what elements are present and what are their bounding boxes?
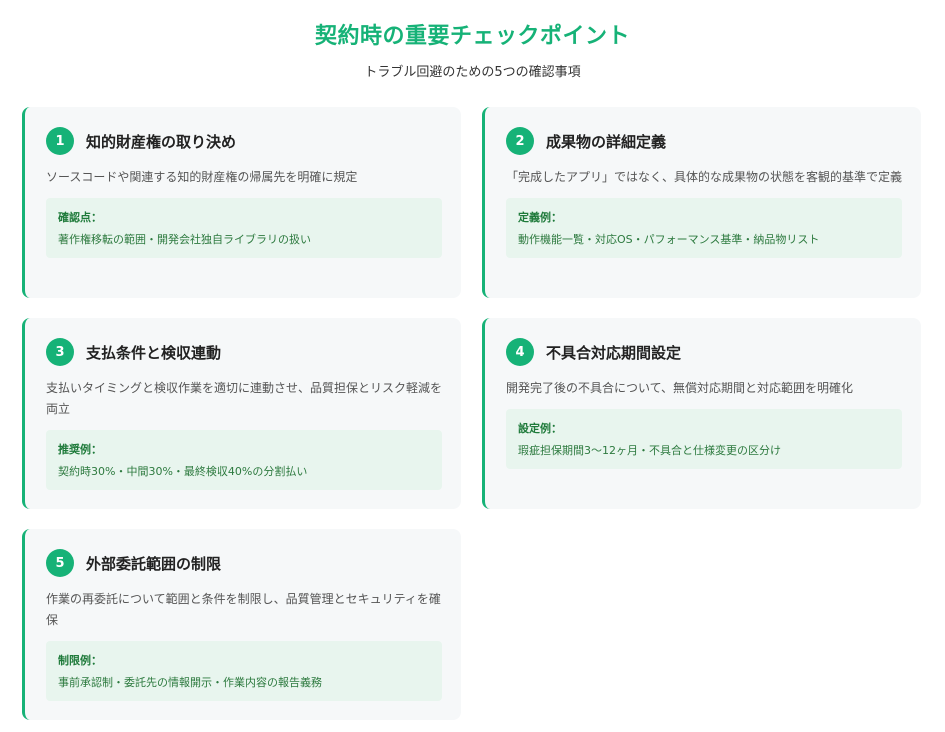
- card-header: 4 不具合対応期間設定: [506, 338, 902, 366]
- card-title: 不具合対応期間設定: [546, 343, 682, 362]
- card-header: 3 支払条件と検収連動: [46, 338, 442, 366]
- detail-box: 確認点： 著作権移転の範囲・開発会社独自ライブラリの扱い: [46, 198, 442, 258]
- card-title: 知的財産権の取り決め: [86, 132, 237, 151]
- card-header: 1 知的財産権の取り決め: [46, 127, 442, 155]
- card-description: 開発完了後の不具合について、無償対応期間と対応範囲を明確化: [506, 381, 854, 395]
- checkpoint-card-4: 4 不具合対応期間設定 開発完了後の不具合について、無償対応期間と対応範囲を明確…: [482, 318, 921, 509]
- detail-text: 動作機能一覧・対応OS・パフォーマンス基準・納品物リスト: [518, 233, 820, 246]
- card-title: 外部委託範囲の制限: [86, 554, 222, 573]
- checkpoint-card-1: 1 知的財産権の取り決め ソースコードや関連する知的財産権の帰属先を明確に規定 …: [22, 107, 461, 298]
- detail-text: 瑕疵担保期間3〜12ヶ月・不具合と仕様変更の区分け: [518, 444, 781, 457]
- number-badge: 4: [506, 338, 534, 366]
- detail-label: 定義例：: [518, 211, 562, 224]
- detail-text: 著作権移転の範囲・開発会社独自ライブラリの扱い: [58, 233, 311, 246]
- checkpoint-card-3: 3 支払条件と検収連動 支払いタイミングと検収作業を適切に連動させ、品質担保とリ…: [22, 318, 461, 509]
- card-description: 作業の再委託について範囲と条件を制限し、品質管理とセキュリティを確保: [46, 592, 441, 627]
- number-badge: 2: [506, 127, 534, 155]
- detail-label: 制限例：: [58, 654, 102, 667]
- detail-box: 定義例： 動作機能一覧・対応OS・パフォーマンス基準・納品物リスト: [506, 198, 902, 258]
- card-title: 支払条件と検収連動: [86, 343, 222, 362]
- checkpoint-card-5: 5 外部委託範囲の制限 作業の再委託について範囲と条件を制限し、品質管理とセキュ…: [22, 529, 461, 720]
- detail-label: 確認点：: [58, 211, 102, 224]
- detail-label: 設定例：: [518, 422, 562, 435]
- number-badge: 5: [46, 549, 74, 577]
- page-subtitle: トラブル回避のための5つの確認事項: [364, 65, 581, 80]
- page-title: 契約時の重要チェックポイント: [314, 24, 630, 49]
- number-badge: 3: [46, 338, 74, 366]
- detail-text: 事前承認制・委託先の情報開示・作業内容の報告義務: [58, 676, 322, 689]
- number-badge: 1: [46, 127, 74, 155]
- detail-label: 推奨例：: [58, 443, 102, 456]
- detail-box: 制限例： 事前承認制・委託先の情報開示・作業内容の報告義務: [46, 641, 442, 701]
- card-title: 成果物の詳細定義: [546, 132, 667, 151]
- checkpoint-card-2: 2 成果物の詳細定義 「完成したアプリ」ではなく、具体的な成果物の状態を客観的基…: [482, 107, 921, 298]
- detail-box: 設定例： 瑕疵担保期間3〜12ヶ月・不具合と仕様変更の区分け: [506, 409, 902, 469]
- card-description: 支払いタイミングと検収作業を適切に連動させ、品質担保とリスク軽減を両立: [46, 381, 443, 416]
- card-description: ソースコードや関連する知的財産権の帰属先を明確に規定: [46, 170, 358, 184]
- detail-box: 推奨例： 契約時30%・中間30%・最終検収40%の分割払い: [46, 430, 442, 490]
- card-description: 「完成したアプリ」ではなく、具体的な成果物の状態を客観的基準で定義: [506, 170, 903, 184]
- card-header: 2 成果物の詳細定義: [506, 127, 902, 155]
- detail-text: 契約時30%・中間30%・最終検収40%の分割払い: [58, 465, 308, 478]
- card-header: 5 外部委託範囲の制限: [46, 549, 442, 577]
